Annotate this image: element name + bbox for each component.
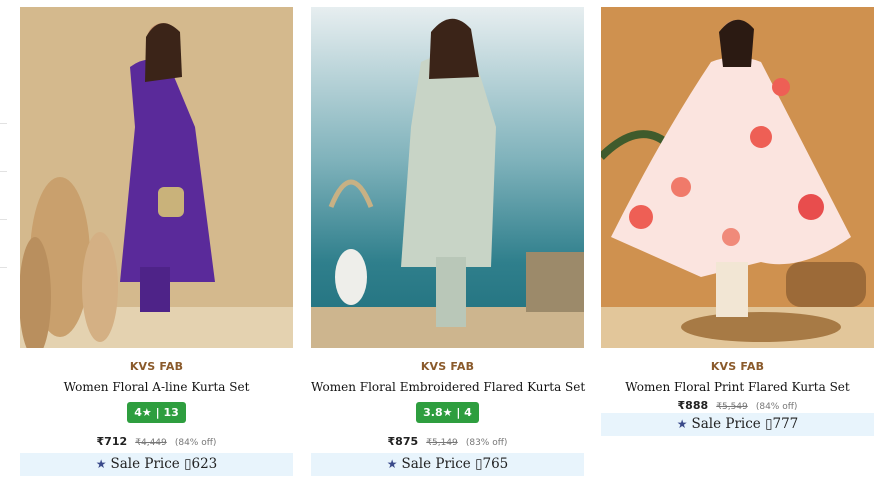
product-title[interactable]: Women Floral A-line Kurta Set — [20, 379, 293, 395]
original-price: ₹4,449 — [135, 438, 167, 448]
original-price: ₹5,549 — [716, 402, 748, 412]
star-icon: ★ — [95, 457, 107, 471]
product-image[interactable] — [311, 7, 584, 348]
sale-price-label: Sale Price ▯623 — [110, 456, 218, 472]
product-title[interactable]: Women Floral Print Flared Kurta Set — [601, 379, 874, 395]
left-edge-dividers — [0, 0, 8, 488]
discount-percent: (83% off) — [465, 438, 508, 448]
sale-price-label: Sale Price ▯777 — [691, 416, 799, 432]
brand-name: KVS FAB — [710, 360, 765, 373]
sale-price-banner[interactable]: ★ Sale Price ▯765 — [311, 453, 584, 476]
rating-badge[interactable]: 4★ | 13 — [127, 402, 186, 423]
brand-name: KVS FAB — [129, 360, 184, 373]
product-image[interactable] — [20, 7, 293, 348]
price-row: ₹888 ₹5,549 (84% off) — [601, 397, 874, 412]
sale-price-label: Sale Price ▯765 — [401, 456, 509, 472]
brand-name: KVS FAB — [420, 360, 475, 373]
sale-price-banner[interactable]: ★ Sale Price ▯777 — [601, 413, 874, 436]
price-row: ₹875 ₹5,149 (83% off) — [311, 433, 584, 448]
product-image[interactable] — [601, 7, 874, 348]
star-icon: ★ — [676, 417, 688, 431]
product-card[interactable]: KVS FAB Women Floral A-line Kurta Set 4★… — [20, 7, 293, 476]
selling-price: ₹875 — [387, 435, 419, 448]
selling-price: ₹888 — [677, 399, 709, 412]
product-title[interactable]: Women Floral Embroidered Flared Kurta Se… — [311, 379, 585, 395]
star-icon: ★ — [386, 457, 398, 471]
product-card[interactable]: KVS FAB Women Floral Print Flared Kurta … — [601, 7, 874, 436]
original-price: ₹5,149 — [426, 438, 458, 448]
sale-price-banner[interactable]: ★ Sale Price ▯623 — [20, 453, 293, 476]
rating-badge[interactable]: 3.8★ | 4 — [416, 402, 479, 423]
product-card[interactable]: KVS FAB Women Floral Embroidered Flared … — [311, 7, 585, 476]
discount-percent: (84% off) — [755, 402, 798, 412]
discount-percent: (84% off) — [174, 438, 217, 448]
product-image-purple-kurta — [20, 7, 293, 348]
product-image-floral-kurta — [601, 7, 874, 348]
selling-price: ₹712 — [96, 435, 128, 448]
price-row: ₹712 ₹4,449 (84% off) — [20, 433, 293, 448]
product-image-sage-kurta — [311, 7, 584, 348]
